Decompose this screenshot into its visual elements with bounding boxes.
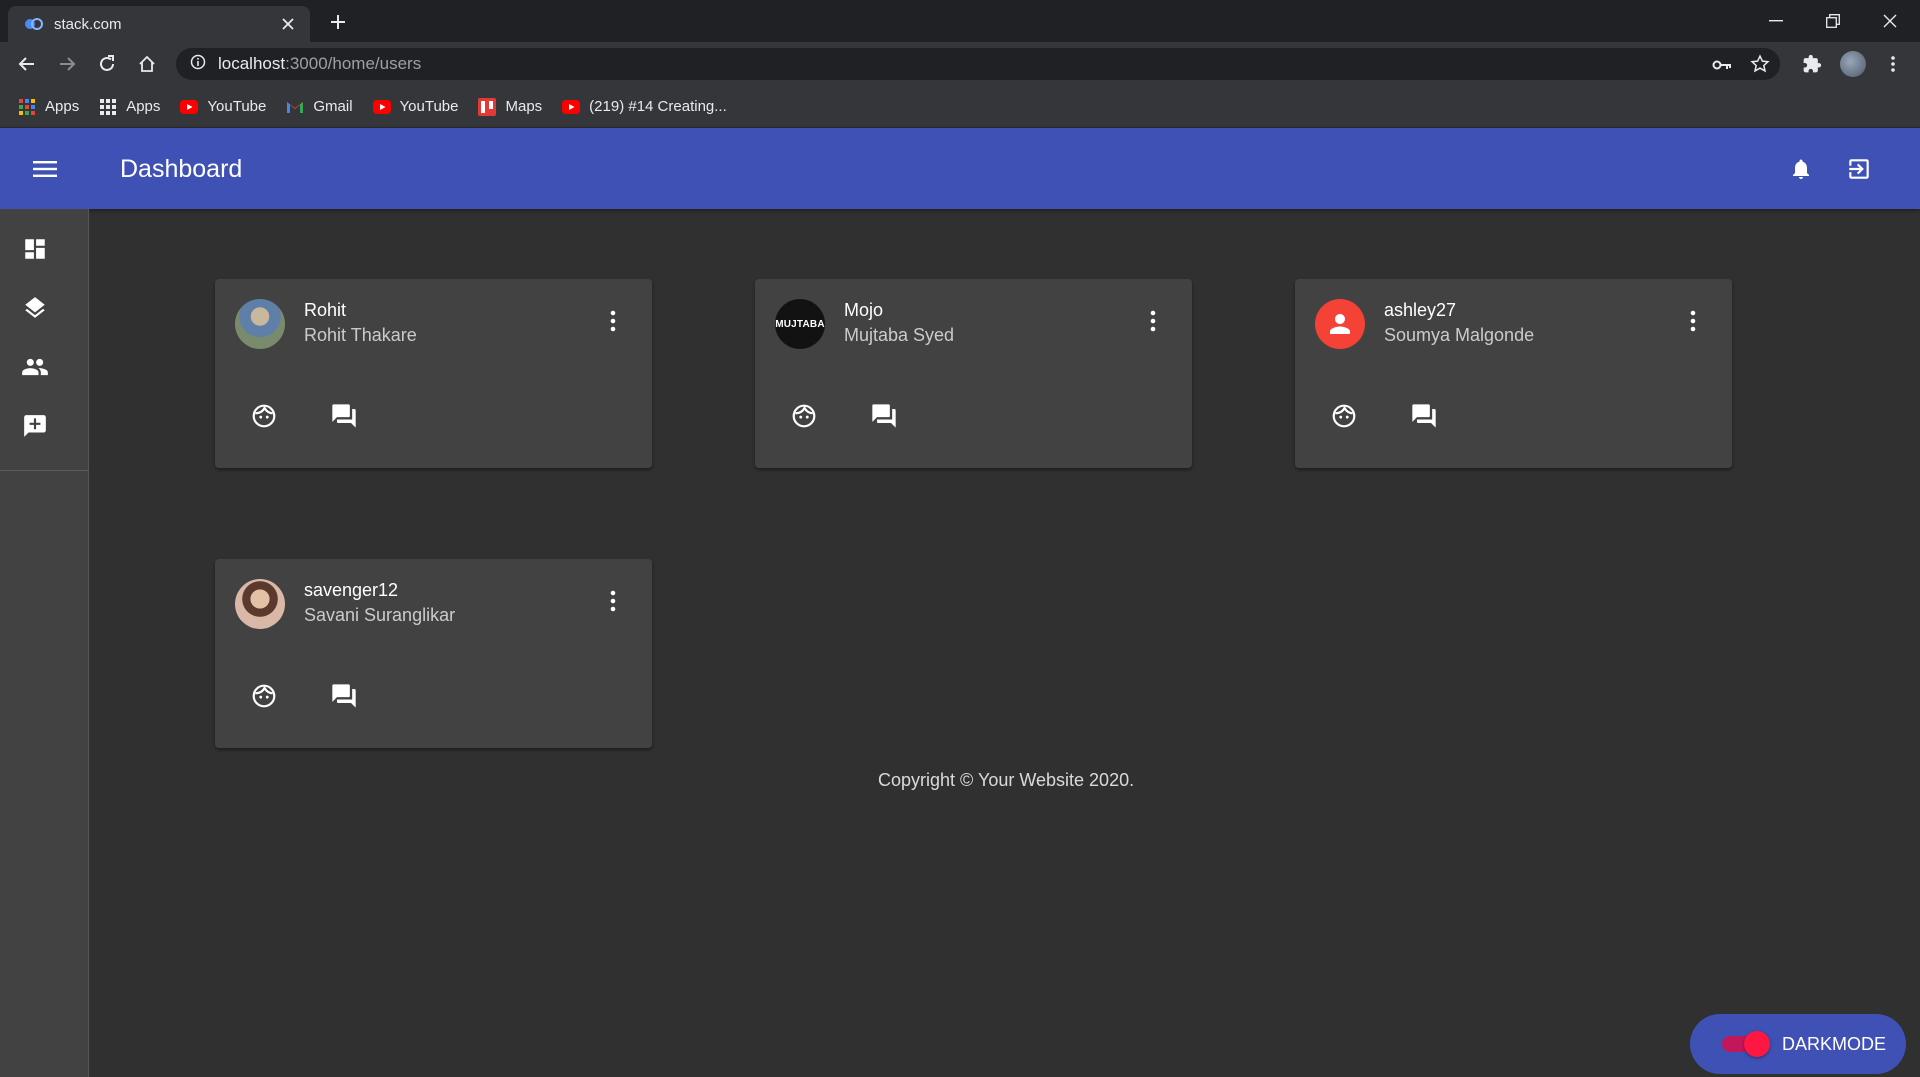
dashboard-icon[interactable]	[20, 234, 50, 264]
profile-avatar[interactable]	[1839, 50, 1867, 78]
extensions-puzzle-icon[interactable]	[1798, 50, 1826, 78]
darkmode-label: DARKMODE	[1782, 1033, 1887, 1054]
user-card: Rohit Rohit Thakare	[215, 279, 652, 468]
people-icon[interactable]	[20, 352, 50, 382]
bookmark-label: Maps	[505, 98, 543, 115]
bookmarks-bar: Apps Apps YouTube Gmail YouTube Maps (21…	[0, 86, 1920, 128]
face-icon[interactable]	[249, 401, 279, 431]
bookmark-label: Apps	[45, 98, 80, 115]
address-bar[interactable]: localhost:3000/home/users	[176, 48, 1780, 80]
notifications-bell-icon[interactable]	[1784, 152, 1818, 186]
youtube-icon	[372, 98, 391, 116]
bookmark-label: (219) #14 Creating...	[589, 98, 727, 115]
bookmark-apps-colored[interactable]: Apps	[18, 98, 79, 116]
site-info-icon[interactable]	[190, 54, 206, 75]
browser-menu-icon[interactable]	[1879, 50, 1907, 78]
maps-icon	[478, 97, 497, 116]
bookmark-label: Apps	[126, 98, 161, 115]
face-icon[interactable]	[249, 681, 279, 711]
url-text: localhost:3000/home/users	[218, 54, 422, 73]
more-vert-icon[interactable]	[601, 305, 625, 337]
apps-grid-icon	[99, 98, 117, 116]
user-fullname: Savani Suranglikar	[304, 605, 456, 625]
bookmark-label: YouTube	[399, 98, 459, 115]
key-icon[interactable]	[1712, 58, 1732, 76]
person-avatar-icon	[1315, 299, 1365, 349]
home-icon[interactable]	[133, 50, 161, 78]
forum-chat-icon[interactable]	[1409, 401, 1439, 431]
app-bar: Dashboard	[0, 128, 1920, 209]
bookmark-label: YouTube	[207, 98, 267, 115]
page-title: Dashboard	[120, 155, 243, 183]
user-fullname: Mujtaba Syed	[844, 325, 955, 345]
bookmark-maps[interactable]: Maps	[478, 97, 543, 116]
browser-tab-strip: stack.com	[0, 0, 1920, 42]
more-vert-icon[interactable]	[1681, 305, 1705, 337]
bookmark-apps[interactable]: Apps	[99, 98, 160, 116]
close-window-icon[interactable]	[1870, 6, 1910, 36]
bookmark-youtube-video[interactable]: (219) #14 Creating...	[562, 98, 727, 116]
hamburger-menu-icon[interactable]	[28, 152, 62, 186]
apps-grid-colored-icon	[18, 98, 36, 116]
user-username: ashley27	[1384, 300, 1457, 320]
bookmark-youtube[interactable]: YouTube	[180, 98, 266, 116]
browser-tab[interactable]: stack.com	[8, 6, 310, 42]
back-arrow-icon[interactable]	[13, 50, 41, 78]
forum-chat-icon[interactable]	[869, 401, 899, 431]
browser-toolbar: localhost:3000/home/users	[0, 42, 1920, 86]
new-tab-icon[interactable]	[326, 10, 350, 34]
side-drawer	[0, 209, 89, 1077]
user-card: ashley27 Soumya Malgonde	[1295, 279, 1732, 468]
youtube-icon	[562, 98, 581, 116]
reload-icon[interactable]	[93, 50, 121, 78]
forum-chat-icon[interactable]	[329, 401, 359, 431]
user-card: MUJTABA Mojo Mujtaba Syed	[755, 279, 1192, 468]
face-icon[interactable]	[1329, 401, 1359, 431]
forum-chat-icon[interactable]	[329, 681, 359, 711]
user-username: Mojo	[844, 300, 884, 320]
switch-thumb	[1744, 1031, 1770, 1057]
avatar	[235, 299, 285, 349]
minimize-icon[interactable]	[1756, 6, 1796, 36]
user-username: savenger12	[304, 580, 399, 600]
drawer-divider	[0, 470, 89, 471]
avatar	[235, 579, 285, 629]
face-icon[interactable]	[789, 401, 819, 431]
bookmark-label: Gmail	[313, 98, 353, 115]
user-fullname: Soumya Malgonde	[1384, 325, 1535, 345]
user-username: Rohit	[304, 300, 347, 320]
bookmark-youtube[interactable]: YouTube	[372, 98, 459, 116]
close-tab-icon[interactable]	[278, 14, 298, 34]
gmail-icon	[286, 98, 304, 116]
restore-icon[interactable]	[1813, 6, 1853, 36]
darkmode-toggle[interactable]: DARKMODE	[1690, 1014, 1906, 1074]
more-vert-icon[interactable]	[1141, 305, 1165, 337]
forward-arrow-icon[interactable]	[53, 50, 81, 78]
avatar: MUJTABA	[775, 299, 825, 349]
add-comment-icon[interactable]	[20, 411, 50, 441]
user-fullname: Rohit Thakare	[304, 325, 417, 345]
bookmark-star-icon[interactable]	[1750, 54, 1770, 79]
bookmark-gmail[interactable]: Gmail	[286, 98, 353, 116]
tab-title: stack.com	[54, 15, 122, 33]
site-favicon-icon	[24, 14, 44, 34]
layers-icon[interactable]	[20, 293, 50, 323]
darkmode-switch[interactable]	[1722, 1031, 1770, 1057]
more-vert-icon[interactable]	[601, 585, 625, 617]
user-card: savenger12 Savani Suranglikar	[215, 559, 652, 748]
youtube-icon	[180, 98, 199, 116]
logout-icon[interactable]	[1842, 152, 1876, 186]
copyright-footer: Copyright © Your Website 2020.	[878, 770, 1135, 790]
